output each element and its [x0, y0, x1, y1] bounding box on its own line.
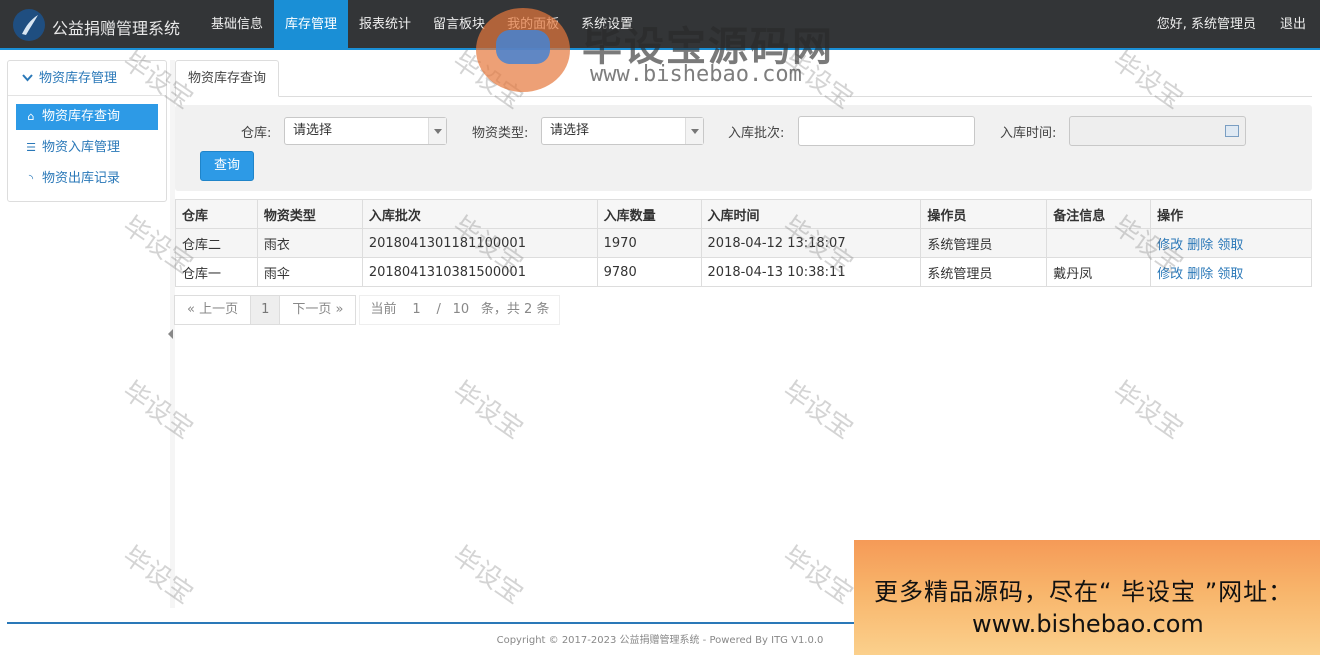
sidebar-item-label: 物资入库管理	[42, 140, 121, 155]
type-label: 物资类型:	[472, 126, 529, 141]
calendar-icon[interactable]	[1225, 125, 1239, 137]
watermark-text: 毕设宝	[447, 540, 529, 611]
warehouse-select-value: 请选择	[293, 123, 333, 138]
cell-qty: 1970	[596, 228, 702, 258]
cell-batch: 2018041301181100001	[361, 228, 598, 258]
tab-bar: 物资库存查询	[175, 60, 1312, 97]
rss-icon: ◝	[28, 172, 34, 185]
time-input[interactable]	[1069, 116, 1246, 146]
cell-qty: 9780	[596, 257, 702, 287]
current-page-input[interactable]: 1	[402, 296, 431, 324]
batch-label: 入库批次:	[728, 126, 785, 141]
app-logo-icon	[13, 9, 45, 41]
current-label: 当前	[370, 302, 397, 317]
sidebar-item-stock-in[interactable]: ☰ 物资入库管理	[16, 135, 158, 161]
nav-reports[interactable]: 报表统计	[348, 0, 422, 50]
chevron-down-icon	[22, 61, 33, 96]
dropdown-arrow-icon	[685, 118, 703, 144]
table-header-row: 仓库 物资类型 入库批次 入库数量 入库时间 操作员 备注信息 操作	[175, 199, 1312, 229]
column-header[interactable]: 仓库	[175, 199, 258, 229]
cell-actions: 修改 删除 领取	[1150, 228, 1312, 258]
cell-warehouse: 仓库一	[175, 257, 258, 287]
nav-settings[interactable]: 系统设置	[570, 0, 644, 50]
top-navbar: 公益捐赠管理系统 基础信息 库存管理 报表统计 留言板块 我的面板 系统设置 您…	[0, 0, 1320, 50]
nav-basic-info[interactable]: 基础信息	[200, 0, 274, 50]
dropdown-arrow-icon	[428, 118, 446, 144]
logout-link[interactable]: 退出	[1280, 0, 1306, 50]
page-info: 当前 1 / 10 条，共 2 条	[359, 295, 561, 325]
edit-link[interactable]: 修改	[1157, 267, 1183, 282]
column-header[interactable]: 入库数量	[596, 199, 702, 229]
watermark-text: 毕设宝	[447, 375, 529, 446]
type-select[interactable]: 请选择	[541, 117, 704, 145]
cell-type: 雨伞	[256, 257, 363, 287]
type-select-value: 请选择	[550, 123, 590, 138]
column-header[interactable]: 物资类型	[256, 199, 363, 229]
warehouse-label: 仓库:	[241, 126, 272, 141]
cell-actions: 修改 删除 领取	[1150, 257, 1312, 287]
sidebar-item-label: 物资出库记录	[42, 171, 121, 186]
cell-time: 2018-04-12 13:18:07	[700, 228, 922, 258]
cell-operator: 系统管理员	[920, 257, 1048, 287]
column-header[interactable]: 入库批次	[361, 199, 598, 229]
ad-line-2: www.bishebao.com	[972, 610, 1204, 638]
nav-inventory[interactable]: 库存管理	[274, 0, 349, 50]
table-row[interactable]: 仓库一 雨伞 2018041310381500001 9780 2018-04-…	[175, 257, 1312, 287]
sidebar-item-label: 物资库存查询	[42, 109, 121, 124]
collapse-sidebar-icon[interactable]	[168, 329, 173, 339]
sidebar-header-label: 物资库存管理	[39, 71, 118, 86]
main-nav: 基础信息 库存管理 报表统计 留言板块 我的面板 系统设置	[200, 0, 644, 50]
cell-note	[1046, 228, 1152, 258]
page-separator: /	[436, 302, 441, 317]
next-page-button[interactable]: 下一页 »	[279, 295, 357, 325]
watermark-text: 毕设宝	[117, 540, 199, 611]
cell-operator: 系统管理员	[920, 228, 1048, 258]
sidebar-item-stock-out[interactable]: ◝ 物资出库记录	[16, 166, 158, 192]
warehouse-select[interactable]: 请选择	[284, 117, 447, 145]
total-pages: 10	[446, 296, 475, 324]
batch-input[interactable]	[798, 116, 975, 146]
nav-my-panel[interactable]: 我的面板	[496, 0, 570, 50]
sidebar-item-inventory-query[interactable]: ⌂ 物资库存查询	[16, 104, 158, 130]
tab-inventory-query[interactable]: 物资库存查询	[175, 60, 280, 97]
search-panel: 仓库: 请选择 物资类型: 请选择 入库批次: 入库时间: 查询	[175, 105, 1312, 191]
column-header[interactable]: 备注信息	[1046, 199, 1152, 229]
inventory-table: 仓库 物资类型 入库批次 入库数量 入库时间 操作员 备注信息 操作 仓库二 雨…	[175, 199, 1312, 287]
watermark-text: 毕设宝	[1107, 375, 1189, 446]
user-greeting[interactable]: 您好, 系统管理员	[1157, 0, 1256, 50]
ad-banner[interactable]: 更多精品源码，尽在“ 毕设宝 ”网址： www.bishebao.com	[854, 540, 1320, 655]
time-label: 入库时间:	[1000, 126, 1057, 141]
delete-link[interactable]: 删除	[1187, 238, 1213, 253]
query-button[interactable]: 查询	[200, 151, 254, 181]
list-icon: ☰	[26, 141, 36, 154]
column-header[interactable]: 入库时间	[700, 199, 922, 229]
claim-link[interactable]: 领取	[1217, 267, 1243, 282]
cell-time: 2018-04-13 10:38:11	[700, 257, 922, 287]
ad-line-1: 更多精品源码，尽在“ 毕设宝 ”网址：	[874, 578, 1294, 606]
cell-batch: 2018041310381500001	[361, 257, 598, 287]
home-icon: ⌂	[27, 110, 35, 123]
cell-note: 戴丹凤	[1046, 257, 1152, 287]
column-header[interactable]: 操作员	[920, 199, 1048, 229]
nav-messages[interactable]: 留言板块	[422, 0, 496, 50]
page-number-button[interactable]: 1	[250, 295, 281, 325]
pagination: « 上一页 1 下一页 » 当前 1 / 10 条，共 2 条	[174, 295, 561, 325]
sidebar: 物资库存管理 ⌂ 物资库存查询 ☰ 物资入库管理 ◝ 物资出库记录	[7, 60, 167, 202]
table-row[interactable]: 仓库二 雨衣 2018041301181100001 1970 2018-04-…	[175, 228, 1312, 258]
delete-link[interactable]: 删除	[1187, 267, 1213, 282]
prev-page-button[interactable]: « 上一页	[174, 295, 252, 325]
watermark-text: 毕设宝	[117, 375, 199, 446]
column-header: 操作	[1150, 199, 1312, 229]
cell-warehouse: 仓库二	[175, 228, 258, 258]
watermark-text: 毕设宝	[777, 540, 859, 611]
app-title: 公益捐赠管理系统	[52, 19, 181, 38]
sidebar-header[interactable]: 物资库存管理	[8, 61, 166, 96]
watermark-text: 毕设宝	[777, 375, 859, 446]
record-summary: 条，共 2 条	[480, 302, 550, 317]
claim-link[interactable]: 领取	[1217, 238, 1243, 253]
cell-type: 雨衣	[256, 228, 363, 258]
edit-link[interactable]: 修改	[1157, 238, 1183, 253]
